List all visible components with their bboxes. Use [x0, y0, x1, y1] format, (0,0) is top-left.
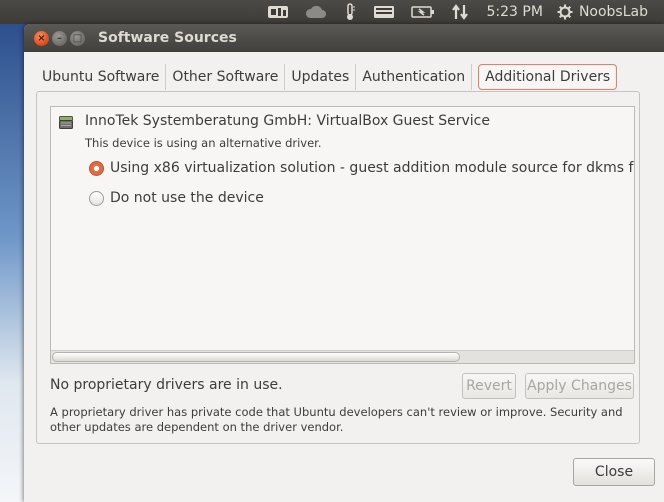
clock[interactable]: 5:23 PM [477, 0, 553, 24]
window-titlebar[interactable]: × – □ Software Sources [24, 24, 664, 52]
close-icon: × [37, 32, 46, 44]
close-button[interactable]: Close [573, 458, 655, 486]
horizontal-scrollbar[interactable] [51, 350, 634, 363]
maximize-window-button[interactable]: □ [70, 31, 85, 46]
tab-ubuntu-software[interactable]: Ubuntu Software [36, 64, 167, 90]
software-sources-window: × – □ Software Sources Ubuntu Software O… [24, 24, 664, 502]
close-window-button[interactable]: × [34, 31, 49, 46]
device-name: InnoTek Systemberatung GmbH: VirtualBox … [85, 113, 490, 129]
proprietary-driver-note: A proprietary driver has private code th… [50, 405, 623, 434]
driver-option-label: Using x86 virtualization solution - gues… [110, 160, 635, 176]
tab-updates[interactable]: Updates [285, 64, 357, 90]
device-status: This device is using an alternative driv… [85, 136, 322, 150]
hardware-device-icon [59, 116, 73, 129]
window-title: Software Sources [98, 30, 237, 46]
driver-option-label: Do not use the device [110, 190, 264, 206]
desktop-background [0, 22, 26, 502]
keyboard-icon[interactable] [365, 0, 403, 24]
user-menu[interactable]: NoobsLab [553, 0, 656, 24]
radio-unchecked-icon[interactable] [89, 190, 104, 206]
scrollbar-thumb[interactable] [52, 352, 460, 362]
user-name: NoobsLab [578, 4, 648, 20]
top-panel: 5:23 PM NoobsLab [0, 0, 664, 24]
apply-changes-button[interactable]: Apply Changes [525, 373, 634, 399]
tab-other-software[interactable]: Other Software [166, 64, 286, 90]
driver-option-do-not-use[interactable]: Do not use the device [89, 190, 264, 206]
gear-icon [557, 4, 573, 20]
revert-button[interactable]: Revert [462, 373, 516, 399]
tab-additional-drivers[interactable]: Additional Drivers [478, 64, 618, 90]
driver-list[interactable]: InnoTek Systemberatung GmbH: VirtualBox … [50, 106, 635, 364]
indicator-icon[interactable] [259, 0, 297, 24]
thermometer-icon[interactable] [335, 0, 365, 24]
maximize-icon: □ [72, 32, 83, 44]
minimize-icon: – [57, 32, 62, 44]
minimize-window-button[interactable]: – [52, 31, 67, 46]
radio-checked-icon[interactable] [89, 160, 104, 176]
cloud-icon[interactable] [297, 0, 335, 24]
tab-authentication[interactable]: Authentication [356, 64, 473, 90]
tab-bar: Ubuntu Software Other Software Updates A… [36, 64, 618, 90]
battery-icon[interactable] [403, 0, 443, 24]
driver-option-virtualbox[interactable]: Using x86 virtualization solution - gues… [89, 160, 635, 176]
network-arrows-icon[interactable] [443, 0, 477, 24]
driver-status-text: No proprietary drivers are in use. [50, 377, 283, 393]
